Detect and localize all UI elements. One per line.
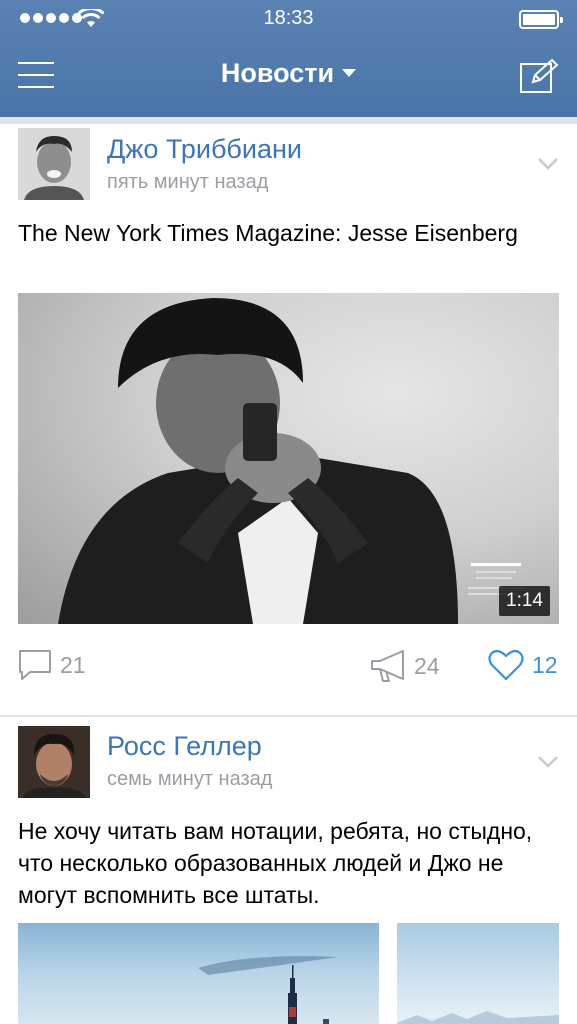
- chevron-down-icon[interactable]: [537, 157, 559, 171]
- post-author[interactable]: Джо Триббиани: [107, 134, 302, 165]
- status-bar: 18:33: [0, 0, 577, 38]
- status-time: 18:33: [263, 7, 314, 29]
- comments-button[interactable]: 21: [18, 649, 86, 681]
- post-text: Не хочу читать вам нотации, ребята, но с…: [18, 818, 533, 908]
- nav-bar: Новости: [0, 38, 577, 117]
- video-thumbnail[interactable]: 1:14: [18, 293, 559, 624]
- post-author[interactable]: Росс Геллер: [107, 731, 262, 762]
- post-timestamp: семь минут назад: [107, 768, 273, 790]
- author-avatar[interactable]: [18, 726, 90, 798]
- author-avatar[interactable]: [18, 128, 90, 200]
- post-actions: 21 24 12: [0, 649, 577, 689]
- shares-count: 24: [414, 652, 440, 679]
- share-button[interactable]: 24: [370, 649, 440, 683]
- feed-selector[interactable]: Новости: [0, 58, 577, 89]
- video-duration: 1:14: [499, 586, 550, 616]
- post-photo[interactable]: [397, 923, 559, 1024]
- app-header: 18:33 Новости: [0, 0, 577, 117]
- like-button[interactable]: 12: [488, 649, 558, 681]
- comments-count: 21: [60, 651, 86, 678]
- share-megaphone-icon: [371, 650, 404, 682]
- post-timestamp: пять минут назад: [107, 171, 269, 193]
- chevron-down-icon[interactable]: [537, 755, 559, 769]
- post-text: The New York Times Magazine: Jesse Eisen…: [18, 220, 518, 246]
- battery-icon: [519, 10, 563, 29]
- heart-icon: [488, 649, 524, 681]
- caret-down-icon: [342, 68, 357, 77]
- page-title: Новости: [220, 58, 335, 88]
- post-card: Джо Триббиани пять минут назад The New Y…: [0, 124, 577, 715]
- post-photo[interactable]: [18, 923, 379, 1024]
- comment-icon: [19, 650, 51, 680]
- likes-count: 12: [532, 651, 558, 678]
- compose-button[interactable]: [519, 58, 559, 94]
- post-card: Росс Геллер семь минут назад Не хочу чит…: [0, 717, 577, 1024]
